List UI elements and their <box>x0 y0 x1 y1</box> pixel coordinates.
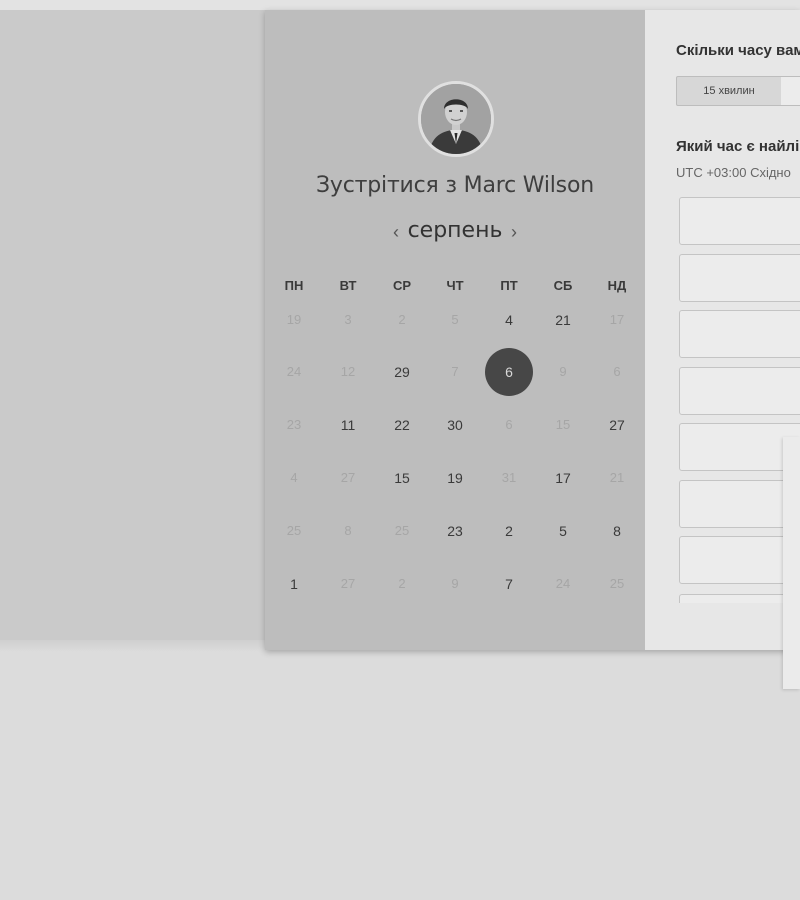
profile-photo-icon <box>421 84 491 154</box>
time-slot[interactable] <box>679 423 800 471</box>
calendar-day[interactable]: 19 <box>435 466 475 490</box>
calendar-day: 3 <box>344 312 352 327</box>
calendar-day[interactable]: 21 <box>543 308 583 332</box>
weekday-1: ПН <box>284 278 304 293</box>
booking-card: Зустрітися з Marc Wilson ‹ серпень › ПН В… <box>265 10 800 650</box>
weekday-3: СР <box>392 278 412 293</box>
month-label: серпень <box>407 218 503 243</box>
calendar-day[interactable]: 5 <box>543 519 583 543</box>
chevron-right-icon[interactable]: › <box>504 220 524 244</box>
selected-day[interactable]: 6 <box>485 348 533 396</box>
calendar-day[interactable]: 17 <box>543 466 583 490</box>
calendar-day: 17 <box>609 312 625 327</box>
calendar-day: 15 <box>555 417 571 432</box>
calendar-day: 7 <box>451 364 459 379</box>
weekday-7: НД <box>607 278 627 293</box>
options-pane: Скільки часу вам 15 хвилин Який час є на… <box>645 10 800 650</box>
time-question: Який час є найлі <box>676 138 800 155</box>
duration-selector: 15 хвилин <box>676 76 800 106</box>
calendar-day[interactable]: 29 <box>382 360 422 384</box>
calendar-day: 31 <box>501 470 517 485</box>
calendar-day[interactable]: 11 <box>328 413 368 437</box>
calendar-day[interactable]: 27 <box>597 413 637 437</box>
background-panel <box>0 10 266 652</box>
time-slot[interactable] <box>679 254 800 302</box>
booking-title: Зустрітися з Marc Wilson <box>316 173 594 198</box>
calendar-day[interactable]: 22 <box>382 413 422 437</box>
side-popover <box>783 437 800 689</box>
time-slot[interactable] <box>679 197 800 245</box>
calendar-day: 2 <box>398 312 406 327</box>
weekday-2: ВТ <box>339 278 357 293</box>
duration-question: Скільки часу вам <box>676 42 800 59</box>
time-slot[interactable] <box>679 536 800 584</box>
calendar-day: 9 <box>559 364 567 379</box>
weekday-5: ПТ <box>500 278 518 293</box>
time-slot[interactable] <box>679 310 800 358</box>
time-slot[interactable] <box>679 367 800 415</box>
calendar-day: 12 <box>340 364 356 379</box>
calendar-day: 6 <box>613 364 621 379</box>
calendar-day: 9 <box>451 576 459 591</box>
calendar-day: 24 <box>555 576 571 591</box>
calendar-day[interactable]: 2 <box>489 519 529 543</box>
calendar-day: 19 <box>286 312 302 327</box>
calendar-day: 24 <box>286 364 302 379</box>
host-avatar <box>418 81 494 157</box>
calendar-day: 25 <box>286 523 302 538</box>
time-slot[interactable] <box>679 480 800 528</box>
calendar-day: 5 <box>451 312 459 327</box>
calendar-day[interactable]: 23 <box>435 519 475 543</box>
calendar-day[interactable]: 15 <box>382 466 422 490</box>
calendar-day: 6 <box>505 417 513 432</box>
calendar-day: 23 <box>286 417 302 432</box>
duration-option-15[interactable]: 15 хвилин <box>676 76 782 106</box>
calendar-day[interactable]: 30 <box>435 413 475 437</box>
calendar-day[interactable]: 4 <box>489 308 529 332</box>
calendar-day: 8 <box>344 523 352 538</box>
weekday-4: ЧТ <box>446 278 464 293</box>
calendar-day: 25 <box>609 576 625 591</box>
calendar-day[interactable]: 7 <box>489 572 529 596</box>
calendar-day: 27 <box>340 470 356 485</box>
time-slot[interactable] <box>679 594 800 603</box>
calendar-day: 4 <box>290 470 298 485</box>
calendar-day[interactable]: 1 <box>274 572 314 596</box>
top-bar <box>0 0 800 10</box>
timezone-label[interactable]: UTC +03:00 Східно <box>676 165 791 180</box>
weekday-6: СБ <box>553 278 573 293</box>
calendar-day[interactable]: 8 <box>597 519 637 543</box>
month-navigator: ‹ серпень › <box>265 218 645 248</box>
calendar-day: 2 <box>398 576 406 591</box>
calendar-day: 25 <box>394 523 410 538</box>
calendar-pane: Зустрітися з Marc Wilson ‹ серпень › ПН В… <box>265 10 645 650</box>
calendar-day: 27 <box>340 576 356 591</box>
calendar-day: 21 <box>609 470 625 485</box>
chevron-left-icon[interactable]: ‹ <box>386 220 406 244</box>
duration-option-2[interactable] <box>781 76 800 106</box>
